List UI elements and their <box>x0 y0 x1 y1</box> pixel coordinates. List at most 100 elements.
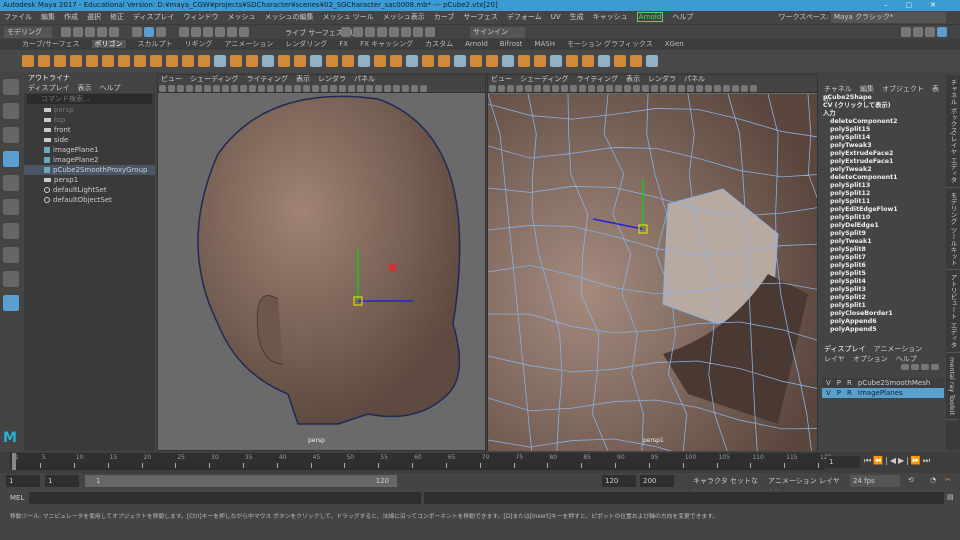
shelf-tab[interactable]: スカルプト <box>138 40 173 48</box>
layer-r-toggle[interactable]: R <box>847 379 852 387</box>
layout-four-icon[interactable] <box>3 271 19 287</box>
auto-key-icon[interactable]: ◔ <box>930 476 936 484</box>
shelf-tool-icon[interactable] <box>214 55 226 67</box>
viewport-tool-icon[interactable] <box>534 85 541 92</box>
viewport-tool-icon[interactable] <box>552 85 559 92</box>
viewport-menu-item[interactable]: 表示 <box>626 75 640 83</box>
viewport-tool-icon[interactable] <box>498 85 505 92</box>
shelf-tool-icon[interactable] <box>22 55 34 67</box>
viewport-menu-item[interactable]: ビュー <box>491 75 512 83</box>
outliner-item[interactable]: imagePlane1 <box>24 145 155 155</box>
input-node[interactable]: polyTweak1 <box>820 238 946 246</box>
viewport-tool-icon[interactable] <box>204 85 211 92</box>
viewport-tool-icon[interactable] <box>420 85 427 92</box>
shelf-tool-icon[interactable] <box>230 55 242 67</box>
cv-row[interactable]: CV (クリックして表示) <box>820 102 946 110</box>
input-node[interactable]: polySplit8 <box>820 246 946 254</box>
viewport-tool-icon[interactable] <box>588 85 595 92</box>
viewport-menu-item[interactable]: ライティング <box>247 75 288 83</box>
input-node[interactable]: polyCloseBorder1 <box>820 310 946 318</box>
menu-item[interactable]: サーフェス <box>463 13 498 21</box>
viewport-tool-icon[interactable] <box>348 85 355 92</box>
menu-item[interactable]: メッシュ ツール <box>323 13 374 21</box>
shape-node-name[interactable]: pCube2Shape <box>820 94 946 102</box>
input-node[interactable]: polyTweak3 <box>820 142 946 150</box>
layer-row[interactable]: V P R ImagePlanes <box>822 388 944 398</box>
viewport-tool-icon[interactable] <box>249 85 256 92</box>
input-node[interactable]: polyTweak2 <box>820 166 946 174</box>
viewport-tool-icon[interactable] <box>240 85 247 92</box>
shelf-tool-icon[interactable] <box>326 55 338 67</box>
input-node[interactable]: polySplit1 <box>820 302 946 310</box>
shelf-tool-icon[interactable] <box>534 55 546 67</box>
viewport-tool-icon[interactable] <box>633 85 640 92</box>
viewport-tool-icon[interactable] <box>597 85 604 92</box>
viewport-tool-icon[interactable] <box>312 85 319 92</box>
outliner-item[interactable]: pCube2SmoothProxyGroup <box>24 165 155 175</box>
viewport-menu-item[interactable]: レンダラ <box>318 75 346 83</box>
viewport-tool-icon[interactable] <box>357 85 364 92</box>
last-tool-icon[interactable] <box>3 223 19 239</box>
input-node[interactable]: polySplit2 <box>820 294 946 302</box>
viewport-tool-icon[interactable] <box>267 85 274 92</box>
outliner-item[interactable]: persp <box>24 105 155 115</box>
shelf-tool-icon[interactable] <box>454 55 466 67</box>
viewport-tool-icon[interactable] <box>687 85 694 92</box>
viewport-tool-icon[interactable] <box>678 85 685 92</box>
shelf-tab[interactable]: レンダリング <box>285 40 327 48</box>
menu-item[interactable]: 作成 <box>64 13 78 21</box>
input-node[interactable]: polyAppend6 <box>820 318 946 326</box>
input-node[interactable]: polySplit3 <box>820 286 946 294</box>
menu-item[interactable]: ファイル <box>4 13 32 21</box>
viewport-tool-icon[interactable] <box>651 85 658 92</box>
shelf-tool-icon[interactable] <box>422 55 434 67</box>
viewport-tool-icon[interactable] <box>195 85 202 92</box>
viewport-tool-icon[interactable] <box>375 85 382 92</box>
shelf-tab[interactable]: Bifrost <box>500 40 523 48</box>
viewport-menu-item[interactable]: ライティング <box>577 75 618 83</box>
shelf-tool-icon[interactable] <box>150 55 162 67</box>
viewport-persp[interactable]: ビュー シェーディング ライティング 表示 レンダラ パネル persp <box>157 74 486 451</box>
viewport-tool-icon[interactable] <box>579 85 586 92</box>
layout-single-icon[interactable] <box>3 247 19 263</box>
layer-name[interactable]: pCube2SmoothMesh <box>858 379 930 387</box>
viewport-tool-icon[interactable] <box>330 85 337 92</box>
sign-in-dropdown[interactable]: サインイン <box>470 27 525 38</box>
viewport-tool-icon[interactable] <box>303 85 310 92</box>
viewport-tool-icon[interactable] <box>696 85 703 92</box>
anim-layer-dropdown[interactable]: アニメーション レイヤなし <box>765 475 840 497</box>
input-node[interactable]: polySplit6 <box>820 262 946 270</box>
shelf-tab[interactable]: MASH <box>534 40 555 48</box>
layer-menu-options[interactable]: オプション <box>853 355 888 363</box>
scale-tool-icon[interactable] <box>3 199 19 215</box>
viewport-toolbar[interactable] <box>488 84 817 93</box>
input-node[interactable]: polyEditEdgeFlow1 <box>820 206 946 214</box>
menu-item[interactable]: カーブ <box>434 13 455 21</box>
channel-menu-object[interactable]: オブジェクト <box>882 85 924 93</box>
shelf-tool-icon[interactable] <box>134 55 146 67</box>
viewport-tool-icon[interactable] <box>705 85 712 92</box>
input-node[interactable]: polySplit9 <box>820 230 946 238</box>
menu-item[interactable]: ウィンドウ <box>184 13 219 21</box>
menu-item[interactable]: ディスプレイ <box>133 13 175 21</box>
shelf-tab[interactable]: リギング <box>185 40 213 48</box>
outliner-menu-display[interactable]: ディスプレイ <box>28 84 70 92</box>
viewport-tool-icon[interactable] <box>258 85 265 92</box>
side-tab[interactable]: モデリング ツールキット <box>946 188 960 271</box>
viewport-menu-item[interactable]: パネル <box>684 75 705 83</box>
outliner-item[interactable]: imagePlane2 <box>24 155 155 165</box>
input-node[interactable]: polySplit10 <box>820 214 946 222</box>
menu-item[interactable]: ヘルプ <box>672 13 693 21</box>
viewport-tool-icon[interactable] <box>402 85 409 92</box>
viewport-tool-icon[interactable] <box>507 85 514 92</box>
viewport-tool-icon[interactable] <box>606 85 613 92</box>
outliner-item[interactable]: side <box>24 135 155 145</box>
input-node[interactable]: polyDelEdge1 <box>820 222 946 230</box>
input-node[interactable]: polySplit7 <box>820 254 946 262</box>
shelf-tab[interactable]: Arnold <box>465 40 488 48</box>
viewport-tool-icon[interactable] <box>489 85 496 92</box>
shelf-tab[interactable]: カスタム <box>425 40 453 48</box>
layer-menu-help[interactable]: ヘルプ <box>896 355 917 363</box>
paint-select-icon[interactable] <box>3 127 19 143</box>
outliner-item[interactable]: defaultLightSet <box>24 185 155 195</box>
